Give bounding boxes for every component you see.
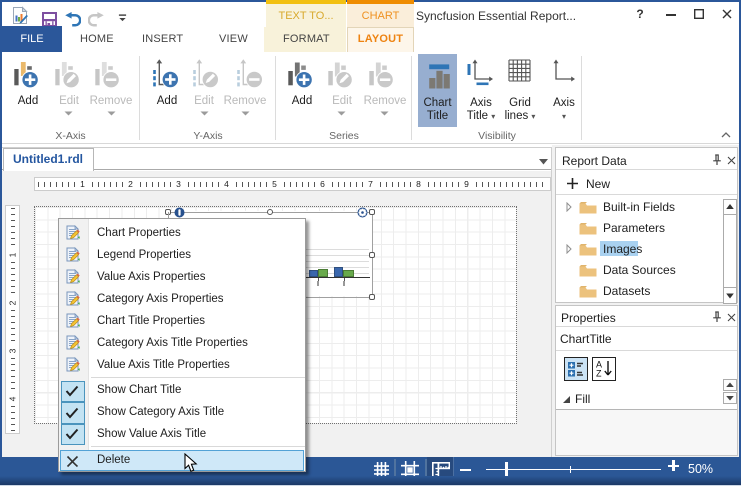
svg-text:Z: Z: [596, 369, 602, 379]
